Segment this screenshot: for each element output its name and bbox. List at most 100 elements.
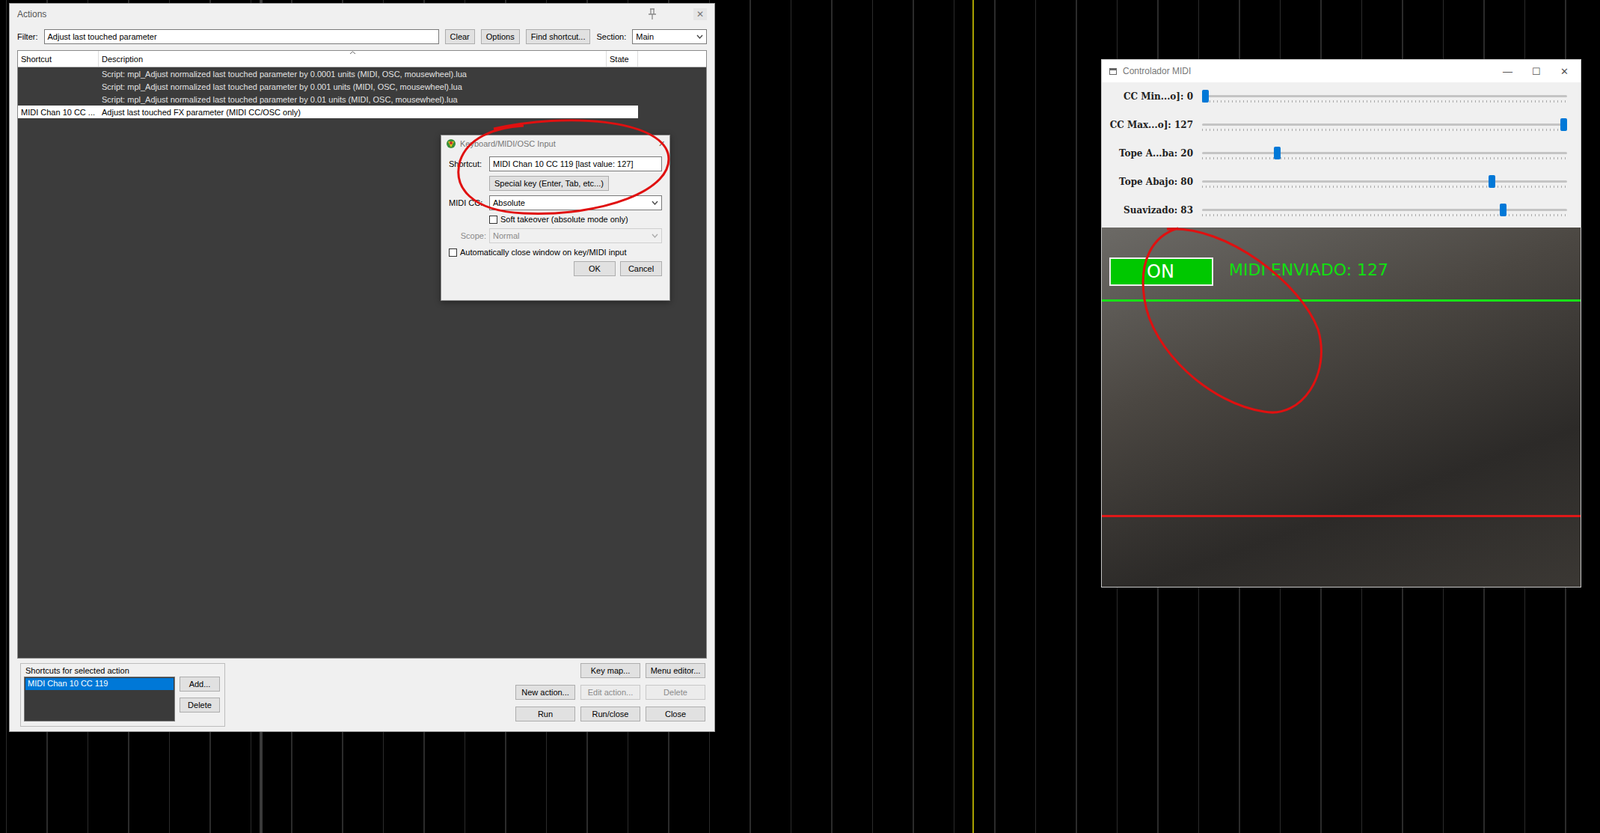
- track-line: [1202, 151, 1568, 155]
- window-title: Actions: [17, 8, 47, 20]
- soft-takeover-label: Soft takeover (absolute mode only): [500, 214, 629, 224]
- grid-spacer: [515, 662, 576, 678]
- slider-label: CC Max...o]: 127: [1101, 119, 1201, 131]
- pin-icon[interactable]: [647, 8, 658, 21]
- filter-row: Filter: Adjust last touched parameter Clea…: [17, 29, 707, 45]
- shortcut-field[interactable]: MIDI Chan 10 CC 119 [last value: 127]: [489, 156, 662, 172]
- slider-label: Tope A...ba: 20: [1101, 148, 1201, 159]
- close-button[interactable]: ✕: [693, 8, 707, 21]
- slider-track[interactable]: [1202, 174, 1568, 190]
- column-label: State: [609, 54, 630, 64]
- table-row[interactable]: Script: mpl_Adjust normalized last touch…: [17, 67, 639, 81]
- slider-thumb[interactable]: [1273, 146, 1281, 160]
- special-key-row: Special key (Enter, Tab, etc...): [448, 175, 662, 191]
- actions-body: Filter: Adjust last touched parameter Clea…: [9, 24, 715, 731]
- slider-panel: CC Min...o]: 0 CC Max...o]: 127 Tope A...b…: [1101, 82, 1581, 228]
- track-ticks: [1202, 157, 1568, 160]
- action-button[interactable]: Key map...: [580, 662, 641, 678]
- action-button[interactable]: New action...: [515, 684, 576, 700]
- track-ticks: [1202, 100, 1568, 103]
- filter-button[interactable]: Clear: [445, 29, 475, 45]
- sort-arrow-icon: [349, 50, 357, 55]
- group-button[interactable]: Delete: [179, 697, 220, 713]
- special-key-button[interactable]: Special key (Enter, Tab, etc...): [489, 175, 609, 191]
- column-label: Description: [101, 54, 143, 64]
- table-header: Shortcut Description State: [17, 50, 707, 68]
- slider-label: Tope Abajo: 80: [1101, 176, 1201, 188]
- title-bar: Controlador MIDI—☐✕: [1101, 59, 1581, 83]
- slider-row: Suavizado: 83: [1101, 195, 1581, 225]
- dropdown-arrow-icon: [696, 34, 704, 39]
- section-label: Section:: [596, 32, 627, 42]
- webcam-frame: ON MIDI ENVIADO: 127: [1101, 227, 1581, 587]
- auto-close-label: Automatically close window on key/MIDI i…: [460, 247, 627, 257]
- reaper-logo-icon: [445, 138, 457, 149]
- shortcut-item[interactable]: MIDI Chan 10 CC 119: [25, 677, 174, 690]
- track-ticks: [1202, 185, 1568, 188]
- table-row[interactable]: Script: mpl_Adjust normalized last touch…: [17, 80, 639, 93]
- slider-track[interactable]: [1202, 145, 1568, 161]
- action-button: Delete: [645, 684, 706, 700]
- slider-thumb[interactable]: [1202, 89, 1209, 103]
- group-button[interactable]: Add...: [179, 676, 220, 692]
- filter-button[interactable]: Find shortcut...: [525, 29, 591, 45]
- track-ticks: [1202, 213, 1568, 217]
- close-button[interactable]: ✕: [658, 139, 665, 149]
- reaper-arrange-view: Actions ✕ Filter: Adjust last touched param…: [0, 0, 1600, 833]
- status-text: ON: [1146, 261, 1175, 283]
- soft-takeover-checkbox[interactable]: [489, 215, 498, 224]
- filter-input[interactable]: Adjust last touched parameter: [44, 29, 440, 45]
- slider-track[interactable]: [1202, 89, 1568, 104]
- auto-close-row[interactable]: Automatically close window on key/MIDI i…: [448, 247, 662, 257]
- table-cell: [606, 67, 639, 81]
- midi-controller-window: Controlador MIDI—☐✕CC Min...o]: 0CC Max.…: [1101, 59, 1582, 588]
- section-dropdown[interactable]: Main: [632, 29, 707, 45]
- window-control[interactable]: —: [1502, 65, 1513, 78]
- midi-cc-row: MIDI CC:Absolute: [448, 195, 662, 211]
- slider-thumb[interactable]: [1488, 175, 1496, 188]
- slider-row: CC Max...o]: 127: [1101, 110, 1581, 140]
- table-row[interactable]: Script: mpl_Adjust normalized last touch…: [17, 92, 639, 106]
- action-button[interactable]: Menu editor...: [645, 662, 706, 678]
- slider-thumb[interactable]: [1560, 118, 1568, 131]
- column-header[interactable]: Description: [98, 50, 607, 67]
- shortcut-value: MIDI Chan 10 CC 119 [last value: 127]: [492, 159, 634, 169]
- scope-label: Scope:: [448, 231, 487, 241]
- bottom-threshold-line: [1101, 514, 1581, 517]
- slider-label: CC Min...o]: 0: [1101, 91, 1201, 102]
- action-buttons: Key map...Menu editor...New action...Edi…: [515, 662, 706, 722]
- column-label: Shortcut: [20, 54, 52, 64]
- track-line: [1202, 208, 1568, 211]
- column-header[interactable]: State: [606, 50, 639, 67]
- group-row: MIDI Chan 10 CC 119 Add... Delete: [23, 676, 220, 722]
- track-line: [1202, 180, 1568, 183]
- title-bar: Actions ✕: [9, 3, 715, 25]
- table-cell: MIDI Chan 10 CC ...: [17, 105, 99, 119]
- soft-takeover-row[interactable]: Soft takeover (absolute mode only): [448, 214, 662, 224]
- action-button[interactable]: Close: [645, 706, 706, 722]
- slider-thumb[interactable]: [1499, 203, 1507, 217]
- midi-cc-dropdown[interactable]: Absolute: [489, 195, 662, 211]
- action-button[interactable]: Run: [515, 706, 576, 722]
- group-title: Shortcuts for selected action: [23, 665, 131, 675]
- track-line: [1202, 123, 1568, 126]
- table-cell: Script: mpl_Adjust normalized last touch…: [98, 80, 607, 93]
- filter-button[interactable]: Options: [480, 29, 520, 45]
- dialog-button[interactable]: OK: [573, 261, 616, 277]
- window-control[interactable]: ☐: [1531, 65, 1541, 78]
- table-row[interactable]: MIDI Chan 10 CC ...Adjust last touched F…: [17, 105, 639, 119]
- status-badge: ON: [1109, 257, 1214, 286]
- table-cell: [17, 80, 99, 93]
- dialog-body: Shortcut:MIDI Chan 10 CC 119 [last value…: [441, 151, 670, 284]
- dialog-button[interactable]: Cancel: [620, 261, 662, 277]
- midi-sent-text: MIDI ENVIADO: 127: [1228, 260, 1389, 280]
- slider-track[interactable]: [1202, 202, 1568, 218]
- column-header[interactable]: Shortcut: [17, 50, 99, 67]
- filter-label: Filter:: [17, 32, 39, 42]
- window-control[interactable]: ✕: [1560, 65, 1569, 78]
- auto-close-checkbox[interactable]: [448, 248, 458, 257]
- shortcut-list: MIDI Chan 10 CC 119: [23, 676, 176, 722]
- red-annotation-marks: [0, 0, 1600, 833]
- slider-track[interactable]: [1202, 117, 1568, 133]
- action-button[interactable]: Run/close: [580, 706, 641, 722]
